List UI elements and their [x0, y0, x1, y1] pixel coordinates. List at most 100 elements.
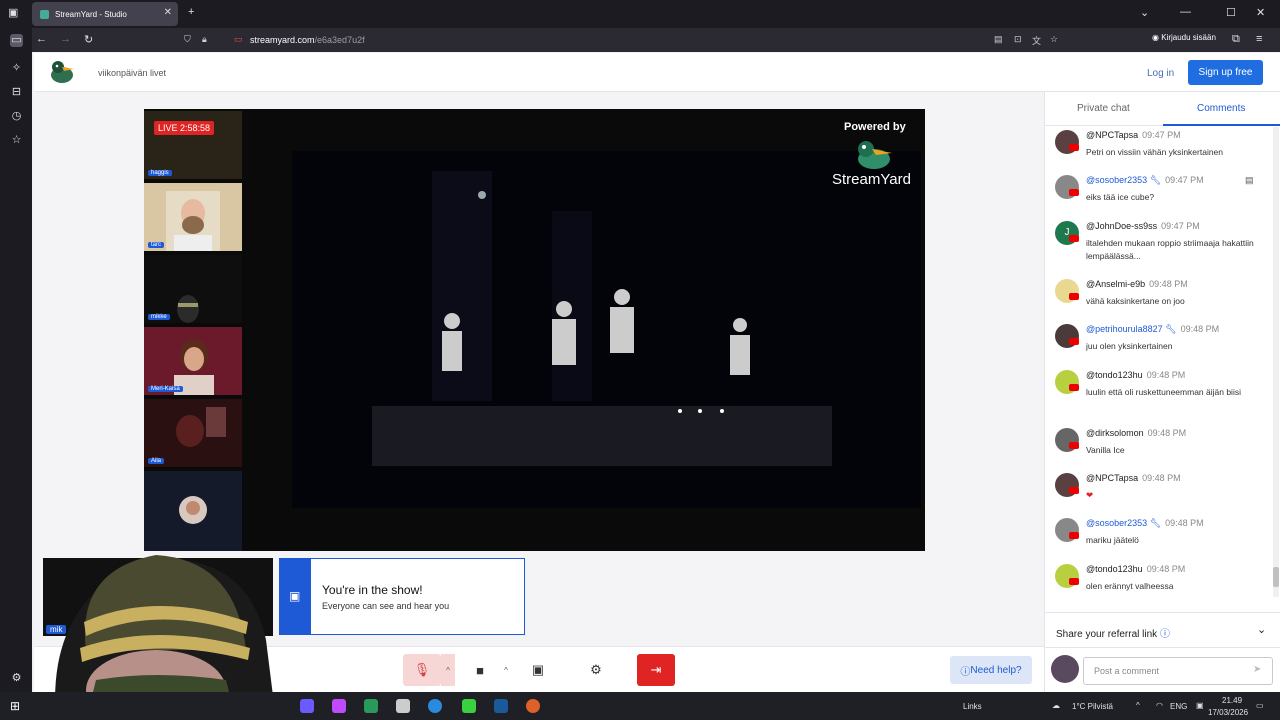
translate-icon[interactable]: 文	[1032, 34, 1041, 47]
youtube-icon	[1069, 578, 1079, 585]
links-label[interactable]: Links	[963, 702, 982, 711]
referral-section[interactable]: Share your referral link ⓘ ⌄	[1045, 612, 1280, 646]
firefox-icon[interactable]	[526, 699, 540, 713]
streamyard-duck-icon	[858, 141, 892, 169]
chevron-up-icon[interactable]: ^	[1136, 701, 1140, 710]
comments-list[interactable]: @NPCTapsa 09:47 PM Petri on vissiin vähän…	[1045, 127, 1280, 602]
leave-studio-button[interactable]: ⇥	[637, 654, 675, 686]
reader-icon[interactable]: ▤	[994, 34, 1003, 45]
tab-comments[interactable]: Comments	[1197, 103, 1245, 114]
menu-icon[interactable]: ≡	[1256, 33, 1262, 45]
note-icon[interactable]: ▤	[1245, 175, 1254, 186]
participant-tile[interactable]: tarc	[144, 183, 242, 251]
back-icon[interactable]: ←	[36, 33, 47, 45]
scrollbar-thumb[interactable]	[1273, 567, 1279, 587]
participant-tile[interactable]: Meri-Kaisa	[144, 327, 242, 395]
camera-button[interactable]: ■	[461, 654, 499, 686]
comment-author: @tondo123hu	[1086, 564, 1143, 574]
ai-chat-icon[interactable]: ✧	[10, 62, 23, 75]
network-icon[interactable]: ▣	[1196, 701, 1204, 710]
comments-scrollbar[interactable]	[1273, 127, 1279, 597]
steam-icon[interactable]	[494, 699, 508, 713]
camera-options-button[interactable]: ^	[499, 654, 513, 686]
streamyard-favicon	[40, 9, 49, 19]
app-icon[interactable]	[332, 699, 346, 713]
language-indicator[interactable]: ENG	[1170, 702, 1187, 711]
login-link[interactable]: Log in	[1147, 68, 1174, 79]
tabs-icon[interactable]: ⊟	[10, 86, 23, 99]
settings-button[interactable]: ⚙	[577, 654, 615, 686]
shield-icon[interactable]: ⛉	[184, 34, 191, 45]
clock-date[interactable]: 17/03/2026	[1208, 708, 1248, 717]
chevron-up-icon: ^	[504, 665, 508, 675]
studio-title: viikonpäivän livet	[98, 68, 167, 78]
bookmarks-icon[interactable]: ☆	[10, 134, 23, 147]
mute-mic-button[interactable]: 🎙︎	[403, 654, 441, 686]
extensions-icon[interactable]: ⧉	[1232, 33, 1240, 46]
signup-button[interactable]: Sign up free	[1188, 60, 1263, 85]
sidebar-toggle-icon[interactable]: ▭	[10, 34, 23, 47]
help-button[interactable]: ⓘ Need help?	[950, 656, 1032, 684]
save-icon[interactable]: ⊡	[1014, 34, 1022, 45]
youtube-icon	[1069, 384, 1079, 391]
app-icon[interactable]	[396, 699, 410, 713]
comment-input[interactable]: Post a comment	[1083, 657, 1273, 685]
live-timer-badge: LIVE 2:58:58	[154, 121, 215, 135]
comment-text: iltalehden mukaan roppio striimaaja haka…	[1086, 238, 1254, 261]
comment-time: 09:48 PM	[1147, 428, 1187, 438]
reload-icon[interactable]: ↻	[84, 33, 93, 46]
app-icon[interactable]	[300, 699, 314, 713]
participant-tile[interactable]: mikke	[144, 255, 242, 323]
send-icon[interactable]: ➤	[1253, 664, 1261, 675]
participant-tile[interactable]: Aila	[144, 399, 242, 467]
comment-text: Vanilla Ice	[1086, 445, 1125, 455]
history-icon[interactable]: ◷	[10, 110, 23, 123]
comment-text: ❤	[1086, 490, 1094, 500]
camera-icon: ■	[476, 662, 484, 678]
weather-text[interactable]: 1°C Pilvistä	[1072, 702, 1113, 711]
settings-icon[interactable]: ⚙	[10, 672, 23, 685]
app-icon[interactable]	[364, 699, 378, 713]
avatar	[1051, 655, 1079, 683]
forward-icon[interactable]: →	[60, 33, 71, 45]
help-icon: ⓘ	[960, 666, 971, 678]
address-bar[interactable]: ⛉ 🔒︎ ▭ streamyard.com/e6a3ed7u2f ▤ ⊡ 文 ☆	[176, 31, 1066, 49]
chevron-down-icon[interactable]: ⌄	[1257, 623, 1266, 636]
participant-name: tarc	[148, 242, 165, 248]
tab-list-icon[interactable]: ▣	[8, 6, 18, 19]
app-icon[interactable]	[462, 699, 476, 713]
new-tab-icon[interactable]: +	[188, 6, 194, 18]
share-screen-button[interactable]: ▣	[519, 654, 557, 686]
mic-options-button[interactable]: ^	[441, 654, 455, 686]
comment-time: 09:47 PM	[1165, 175, 1204, 185]
signin-button[interactable]: ◉ Kirjaudu sisään	[1152, 33, 1216, 42]
notifications-icon[interactable]: ▭	[1256, 701, 1264, 710]
bookmark-star-icon[interactable]: ☆	[1050, 34, 1058, 45]
browser-tab[interactable]: StreamYard - Studio ✕	[32, 2, 178, 26]
weather-icon: ☁	[1052, 701, 1060, 710]
tab-private-chat[interactable]: Private chat	[1077, 103, 1130, 114]
comment-text: olen erännyt valheessa	[1086, 581, 1174, 591]
system-tray: Links ☁ 1°C Pilvistä ^ ◠ ENG ▣ 21.49 17/…	[960, 692, 1280, 720]
minimize-icon[interactable]: —	[1180, 6, 1191, 18]
post-comment-bar: Post a comment ➤	[1045, 647, 1280, 692]
lock-icon[interactable]: 🔒︎	[202, 34, 207, 45]
edge-icon[interactable]	[428, 699, 442, 713]
permissions-icon[interactable]: ▭	[234, 34, 243, 45]
wifi-icon[interactable]: ◠	[1156, 701, 1163, 710]
comment-author: @petrihourula8827	[1086, 324, 1163, 334]
youtube-icon	[1069, 532, 1079, 539]
comment-author: @sosober2353	[1086, 518, 1148, 528]
clock-time[interactable]: 21.49	[1222, 696, 1242, 705]
chevron-down-icon[interactable]: ⌄	[1140, 6, 1149, 19]
url-text: streamyard.com/e6a3ed7u2f	[250, 35, 365, 45]
youtube-icon	[1069, 235, 1079, 242]
tab-title: StreamYard - Studio	[55, 9, 127, 19]
close-window-icon[interactable]: ✕	[1256, 6, 1265, 19]
participant-video	[176, 407, 226, 447]
close-tab-icon[interactable]: ✕	[164, 7, 172, 18]
participant-name: mikke	[148, 314, 170, 320]
exit-icon: ⇥	[650, 662, 662, 677]
windows-start-icon[interactable]: ⊞	[10, 699, 24, 713]
maximize-icon[interactable]: ☐	[1226, 6, 1236, 19]
